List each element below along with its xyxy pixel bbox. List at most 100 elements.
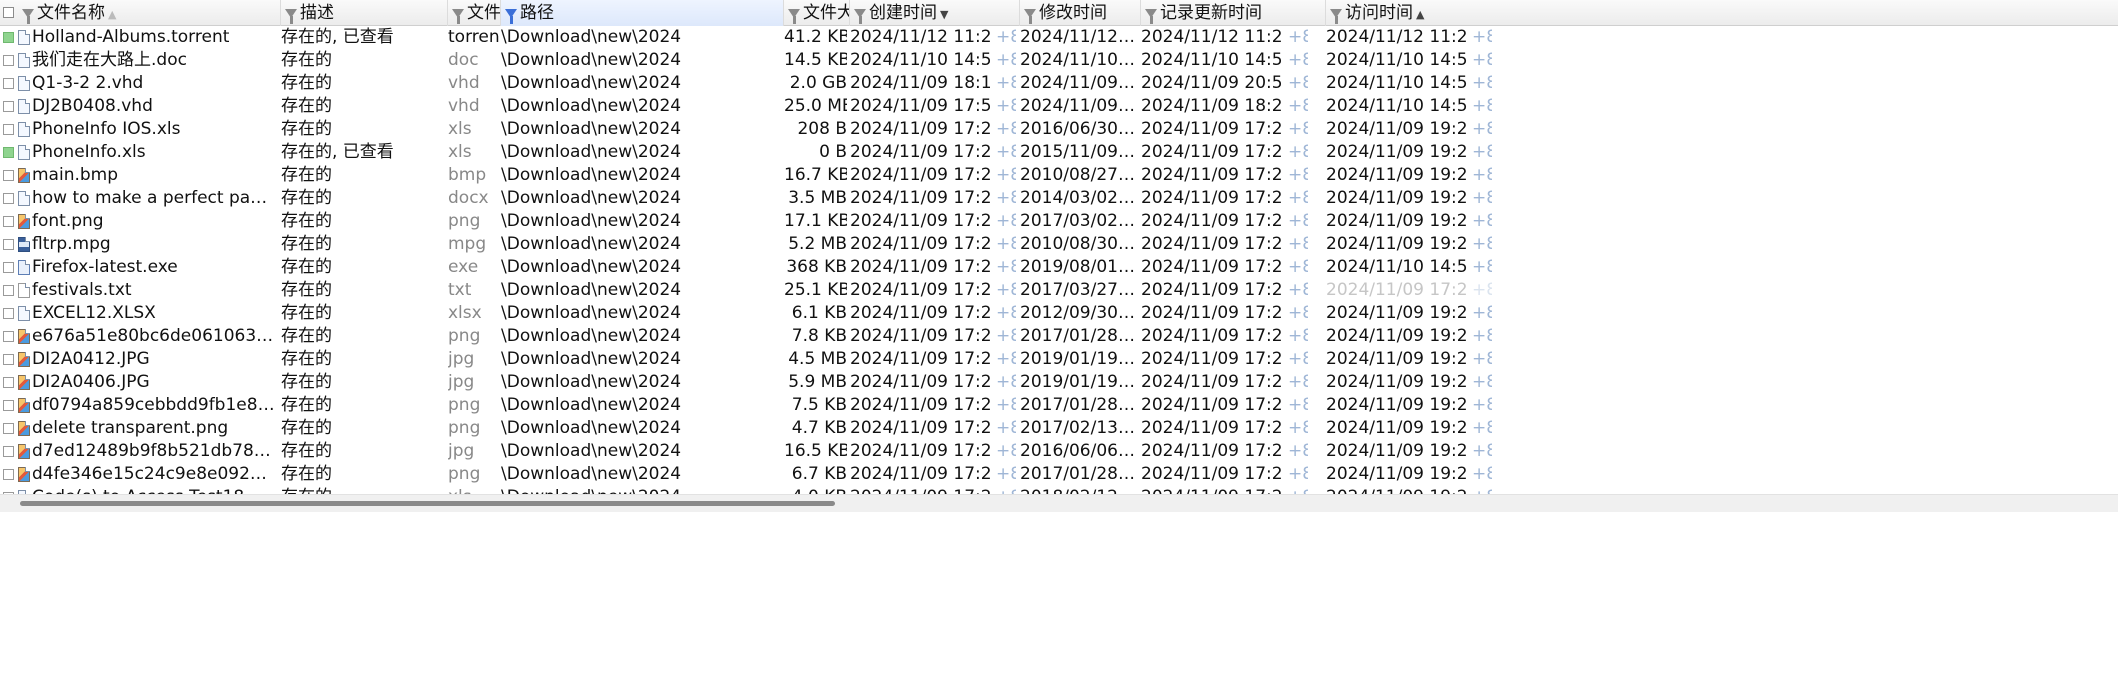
table-row[interactable]: font.png 存在的 png \Download\new\2024 17.1 KB 2… — [0, 210, 2118, 233]
table-row[interactable]: d4fe346e15c24c9e8e092ca70f021ce...存在的 png… — [0, 463, 2118, 486]
file-size-cell: 3.5 MB — [788, 188, 847, 208]
file-type-cell: vhd — [448, 73, 480, 93]
table-row[interactable]: delete transparent.png 存在的 png \Download\ne… — [0, 417, 2118, 440]
row-checkbox[interactable] — [3, 239, 14, 250]
accessed-tz-offset: +8 — [1472, 96, 1492, 116]
row-checkbox[interactable] — [3, 285, 14, 296]
table-row[interactable]: fltrp.mpg 存在的 mpg \Download\new\2024 5.2 MB 2… — [0, 233, 2118, 256]
description-cell: 存在的 — [281, 188, 332, 208]
table-row[interactable]: df0794a859cebbdd9fb1e8e3d8f628...存在的 png \… — [0, 394, 2118, 417]
row-checkbox[interactable] — [3, 193, 14, 204]
filter-active-icon[interactable] — [505, 9, 517, 24]
row-checkbox[interactable] — [3, 446, 14, 457]
column-header-rtime[interactable]: 记录更新时间 — [1141, 0, 1326, 26]
filter-icon[interactable] — [788, 9, 800, 24]
row-checkbox[interactable] — [3, 423, 14, 434]
column-header-desc[interactable]: 描述 — [281, 0, 448, 26]
row-checkbox[interactable] — [3, 170, 14, 181]
column-header-atime[interactable]: 访问时间 ▲ — [1326, 0, 2118, 26]
created-time-cell: 2024/11/09 17:28:31 — [850, 395, 990, 415]
select-all-checkbox[interactable] — [3, 7, 14, 18]
table-row[interactable]: DI2A0406.JPG 存在的 jpg \Download\new\2024 5.9 … — [0, 371, 2118, 394]
modified-time-cell: 2016/06/06 01:... — [1020, 441, 1138, 461]
file-name-cell: d4fe346e15c24c9e8e092ca70f021ce... — [32, 464, 276, 484]
description-cell: 存在的 — [281, 418, 332, 438]
file-size-cell: 16.7 KB — [784, 165, 847, 185]
record-updated-time-cell: 2024/11/09 17:28:31 — [1141, 142, 1281, 162]
file-size-cell: 25.1 KB — [784, 280, 847, 300]
file-type-cell: png — [448, 211, 481, 231]
filter-icon[interactable] — [1145, 9, 1157, 24]
file-size-cell: 6.7 KB — [791, 464, 847, 484]
table-row[interactable]: EXCEL12.XLSX 存在的 xlsx \Download\new\2024 6.1… — [0, 302, 2118, 325]
description-cell: 存在的 — [281, 395, 332, 415]
row-checkbox[interactable] — [3, 331, 14, 342]
table-row[interactable]: Q1-3-2 2.vhd 存在的 vhd \Download\new\2024 2.0 … — [0, 72, 2118, 95]
table-row[interactable]: e676a51e80bc6de061063f743b5c4f...存在的 png \… — [0, 325, 2118, 348]
row-checkbox[interactable] — [3, 400, 14, 411]
table-row[interactable]: Firefox-latest.exe 存在的 exe \Download\new\20… — [0, 256, 2118, 279]
created-time-cell: 2024/11/09 18:19:42 — [850, 73, 990, 93]
file-name-cell: PhoneInfo.xls — [32, 142, 146, 162]
table-row[interactable]: d7ed12489b9f8b521db78d121bad...存在的 jpg \Do… — [0, 440, 2118, 463]
created-tz-offset: +8 — [996, 464, 1016, 484]
row-checkbox[interactable] — [3, 32, 14, 43]
row-checkbox[interactable] — [3, 262, 14, 273]
filter-icon[interactable] — [854, 9, 866, 24]
table-row[interactable]: how to make a perfect password.docx存在的 do… — [0, 187, 2118, 210]
row-checkbox[interactable] — [3, 147, 14, 158]
table-row[interactable]: PhoneInfo.xls 存在的, 已查看 xls \Download\new\20… — [0, 141, 2118, 164]
table-row[interactable]: PhoneInfo IOS.xls 存在的 xls \Download\new\202… — [0, 118, 2118, 141]
table-row[interactable]: DI2A0412.JPG 存在的 jpg \Download\new\2024 4.5 … — [0, 348, 2118, 371]
record-updated-tz-offset: +8 — [1288, 303, 1308, 323]
accessed-tz-offset: +8 — [1472, 188, 1492, 208]
modified-time-cell: 2017/03/02 20:... — [1020, 211, 1138, 231]
accessed-tz-offset: +8 — [1472, 372, 1492, 392]
created-tz-offset: +8 — [996, 395, 1016, 415]
filter-icon[interactable] — [22, 9, 34, 24]
table-row[interactable]: main.bmp 存在的 bmp \Download\new\2024 16.7 KB 2… — [0, 164, 2118, 187]
description-cell: 存在的 — [281, 280, 332, 300]
filter-icon[interactable] — [452, 9, 464, 24]
created-tz-offset: +8 — [996, 119, 1016, 139]
column-header-name[interactable]: 文件名称 ▲ — [18, 0, 281, 26]
description-cell: 存在的 — [281, 96, 332, 116]
filter-icon[interactable] — [1024, 9, 1036, 24]
table-row[interactable]: 我们走在大路上.doc 存在的 doc \Download\new\2024 14.5 … — [0, 49, 2118, 72]
path-cell: \Download\new\2024 — [501, 73, 682, 93]
column-header-size[interactable]: 文件大小 — [784, 0, 850, 26]
file-type-cell: xls — [448, 119, 472, 139]
row-checkbox[interactable] — [3, 124, 14, 135]
created-tz-offset: +8 — [996, 280, 1016, 300]
row-checkbox[interactable] — [3, 55, 14, 66]
record-updated-tz-offset: +8 — [1288, 257, 1308, 277]
table-row[interactable]: DJ2B0408.vhd 存在的 vhd \Download\new\2024 25.0… — [0, 95, 2118, 118]
image-file-icon — [18, 421, 30, 436]
column-header-mtime[interactable]: 修改时间 — [1020, 0, 1141, 26]
table-row[interactable]: Holland-Albums.torrent 存在的, 已查看 torrent\Do… — [0, 26, 2118, 49]
document-file-icon — [18, 76, 30, 91]
column-header-type[interactable]: 文件类 — [448, 0, 501, 26]
document-file-icon — [18, 191, 30, 206]
row-checkbox[interactable] — [3, 78, 14, 89]
column-header-path[interactable]: 路径 — [501, 0, 784, 26]
accessed-tz-offset: +8 — [1472, 395, 1492, 415]
file-type-cell: xlsx — [448, 303, 482, 323]
path-cell: \Download\new\2024 — [501, 372, 682, 392]
table-row[interactable]: festivals.txt 存在的 txt \Download\new\2024 25.… — [0, 279, 2118, 302]
row-checkbox[interactable] — [3, 216, 14, 227]
column-header-ctime[interactable]: 创建时间 ▼ — [850, 0, 1020, 26]
row-checkbox[interactable] — [3, 377, 14, 388]
file-type-cell: vhd — [448, 96, 480, 116]
filter-icon[interactable] — [285, 9, 297, 24]
created-time-cell: 2024/11/09 17:28:31 — [850, 257, 990, 277]
horizontal-scrollbar[interactable] — [0, 494, 2118, 512]
filter-icon[interactable] — [1330, 9, 1342, 24]
row-checkbox[interactable] — [3, 101, 14, 112]
row-checkbox[interactable] — [3, 308, 14, 319]
row-checkbox[interactable] — [3, 469, 14, 480]
file-name-cell: fltrp.mpg — [32, 234, 111, 254]
record-updated-time-cell: 2024/11/10 14:54:51 — [1141, 50, 1281, 70]
scrollbar-thumb[interactable] — [20, 501, 835, 506]
row-checkbox[interactable] — [3, 354, 14, 365]
